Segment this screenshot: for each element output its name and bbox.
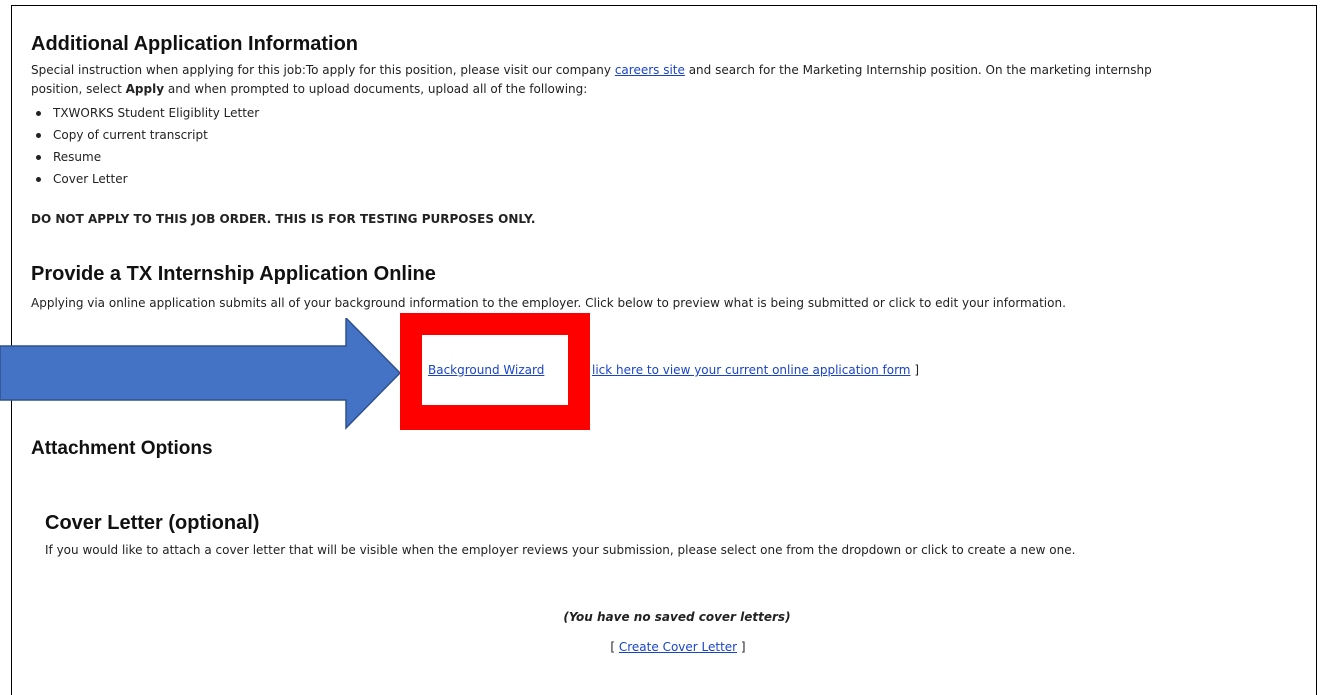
bracket-close: ] [910, 363, 919, 377]
cover-letter-description: If you would like to attach a cover lett… [45, 543, 1076, 557]
view-application-row: lick here to view your current online ap… [592, 361, 919, 379]
background-wizard-link[interactable]: Background Wizard [428, 361, 544, 379]
apply-bold-text: Apply [125, 82, 165, 96]
online-application-description: Applying via online application submits … [31, 296, 1066, 310]
list-item: Resume [36, 146, 259, 168]
list-item: Cover Letter [36, 168, 259, 190]
list-item: TXWORKS Student Eligiblity Letter [36, 102, 259, 124]
online-application-heading: Provide a TX Internship Application Onli… [31, 263, 436, 285]
careers-site-link[interactable]: careers site [615, 63, 685, 77]
instruction-line-1: Special instruction when applying for th… [31, 61, 1152, 79]
view-application-link[interactable]: lick here to view your current online ap… [592, 363, 911, 377]
create-cover-letter-link[interactable]: Create Cover Letter [619, 640, 737, 654]
instruction-text-cont: and search for the Marketing Internship … [684, 63, 1152, 77]
cover-letter-heading: Cover Letter (optional) [45, 512, 260, 534]
bracket-open: [ [610, 640, 619, 654]
attachment-options-heading: Attachment Options [31, 438, 213, 459]
create-cover-letter-row: [ Create Cover Letter ] [0, 638, 1320, 656]
additional-info-heading: Additional Application Information [31, 33, 359, 55]
list-item: Copy of current transcript [36, 124, 259, 146]
instruction-text: Special instruction when applying for th… [31, 63, 615, 77]
required-documents-list: TXWORKS Student Eligiblity Letter Copy o… [36, 102, 259, 190]
instruction-text-cont: and when prompted to upload documents, u… [164, 82, 588, 96]
bracket-close: ] [737, 640, 746, 654]
instruction-text: position, select [31, 82, 126, 96]
testing-notice: DO NOT APPLY TO THIS JOB ORDER. THIS IS … [31, 212, 536, 226]
pointer-arrow-icon [0, 318, 400, 430]
instruction-line-2: position, select Apply and when prompted… [31, 80, 587, 98]
no-cover-letters-message: (You have no saved cover letters) [563, 610, 791, 624]
